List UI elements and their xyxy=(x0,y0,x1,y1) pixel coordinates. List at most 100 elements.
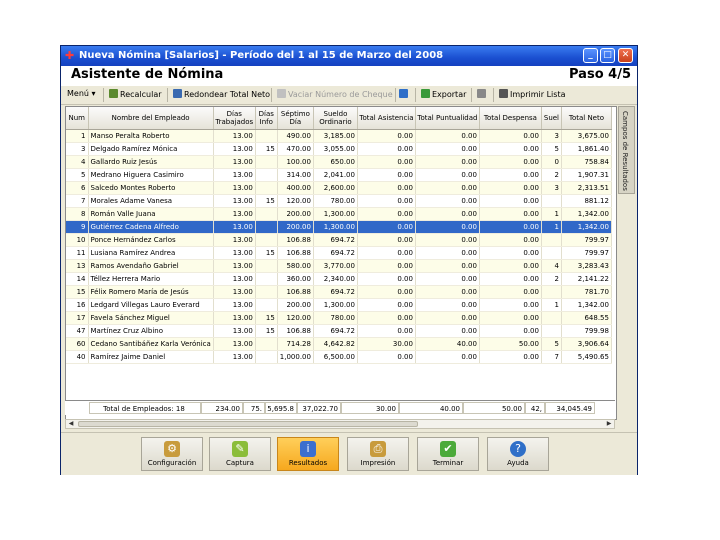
table-cell[interactable]: 1,342.00 xyxy=(561,207,612,221)
scroll-right-icon[interactable]: ▶ xyxy=(604,420,614,428)
table-cell[interactable]: 13.00 xyxy=(213,337,256,351)
table-cell[interactable]: 120.00 xyxy=(277,311,314,325)
table-cell[interactable]: 0.00 xyxy=(357,324,416,338)
table-cell[interactable]: 780.00 xyxy=(313,194,358,208)
table-cell[interactable]: 47 xyxy=(66,324,89,338)
table-row[interactable]: 60 Cedano Santibáñez Karla Verónica 13.00 7… xyxy=(66,337,612,351)
table-cell[interactable]: 0.00 xyxy=(479,181,542,195)
table-cell[interactable]: 0.00 xyxy=(479,311,542,325)
table-cell[interactable] xyxy=(541,285,562,299)
table-cell[interactable]: 4,642.82 xyxy=(313,337,358,351)
table-cell[interactable]: 0.00 xyxy=(479,272,542,286)
table-cell[interactable]: Cedano Santibáñez Karla Verónica xyxy=(88,337,214,351)
table-row[interactable]: 14 Téllez Herrera Mario 13.00 360.00 2,340.0… xyxy=(66,272,612,286)
table-cell[interactable]: 106.88 xyxy=(277,324,314,338)
table-cell[interactable]: 3,906.64 xyxy=(561,337,612,351)
table-cell[interactable]: 9 xyxy=(66,220,89,234)
table-cell[interactable]: 2,600.00 xyxy=(313,181,358,195)
table-cell[interactable]: 14 xyxy=(66,272,89,286)
scroll-left-icon[interactable]: ◀ xyxy=(66,420,76,428)
table-cell[interactable]: 13.00 xyxy=(213,220,256,234)
table-cell[interactable]: 13.00 xyxy=(213,298,256,312)
table-cell[interactable]: 5,490.65 xyxy=(561,350,612,364)
table-cell[interactable]: 0.00 xyxy=(479,207,542,221)
table-cell[interactable]: 3 xyxy=(66,142,89,156)
table-row[interactable]: 11 Lusiana Ramírez Andrea 13.00 15 106.88 694… xyxy=(66,246,612,260)
table-cell[interactable] xyxy=(255,350,278,364)
table-cell[interactable] xyxy=(255,272,278,286)
table-cell[interactable]: 2,340.00 xyxy=(313,272,358,286)
horizontal-scrollbar[interactable]: ◀ ▶ xyxy=(65,419,615,429)
table-cell[interactable]: 106.88 xyxy=(277,285,314,299)
table-cell[interactable]: 5 xyxy=(66,168,89,182)
recalcular-button[interactable]: Recalcular xyxy=(109,89,162,99)
table-cell[interactable]: Gutiérrez Cadena Alfredo xyxy=(88,220,214,234)
table-cell[interactable]: Medrano Higuera Casimiro xyxy=(88,168,214,182)
table-cell[interactable]: 758.84 xyxy=(561,155,612,169)
table-cell[interactable]: 13 xyxy=(66,259,89,273)
table-cell[interactable]: 0.00 xyxy=(357,129,416,143)
table-cell[interactable]: 0.00 xyxy=(357,142,416,156)
table-cell[interactable]: 13.00 xyxy=(213,181,256,195)
table-cell[interactable]: Ponce Hernández Carlos xyxy=(88,233,214,247)
configuracion-button[interactable]: ⚙ Configuración xyxy=(141,437,203,471)
table-cell[interactable]: 0.00 xyxy=(415,259,480,273)
table-cell[interactable]: 714.28 xyxy=(277,337,314,351)
table-row[interactable]: 13 Ramos Avendaño Gabriel 13.00 580.00 3,770… xyxy=(66,259,612,273)
table-cell[interactable]: 13.00 xyxy=(213,207,256,221)
table-cell[interactable]: Favela Sánchez Miguel xyxy=(88,311,214,325)
table-cell[interactable] xyxy=(541,233,562,247)
table-cell[interactable]: 799.97 xyxy=(561,233,612,247)
table-cell[interactable] xyxy=(541,311,562,325)
table-cell[interactable]: 0.00 xyxy=(415,246,480,260)
table-cell[interactable]: 1,000.00 xyxy=(277,350,314,364)
table-row[interactable]: 16 Ledgard Villegas Lauro Everard 13.00 200… xyxy=(66,298,612,312)
table-cell[interactable]: 6,500.00 xyxy=(313,350,358,364)
table-cell[interactable]: 15 xyxy=(255,311,278,325)
table-cell[interactable]: 200.00 xyxy=(277,220,314,234)
table-cell[interactable]: 3,283.43 xyxy=(561,259,612,273)
table-cell[interactable] xyxy=(255,220,278,234)
table-cell[interactable]: 0.00 xyxy=(357,246,416,260)
table-cell[interactable]: 0.00 xyxy=(479,324,542,338)
table-cell[interactable]: 16 xyxy=(66,298,89,312)
table-cell[interactable]: 0.00 xyxy=(415,298,480,312)
table-row[interactable]: 17 Favela Sánchez Miguel 13.00 15 120.00 780.… xyxy=(66,311,612,325)
table-cell[interactable]: 1,300.00 xyxy=(313,220,358,234)
table-cell[interactable]: 0.00 xyxy=(415,207,480,221)
table-cell[interactable]: 2,313.51 xyxy=(561,181,612,195)
table-cell[interactable]: 106.88 xyxy=(277,246,314,260)
table-cell[interactable]: 60 xyxy=(66,337,89,351)
table-cell[interactable]: Lusiana Ramírez Andrea xyxy=(88,246,214,260)
table-cell[interactable]: 0.00 xyxy=(357,155,416,169)
table-cell[interactable] xyxy=(255,207,278,221)
table-cell[interactable]: Félix Romero María de Jesús xyxy=(88,285,214,299)
table-cell[interactable]: 200.00 xyxy=(277,207,314,221)
table-cell[interactable]: 2 xyxy=(541,272,562,286)
table-cell[interactable]: 3 xyxy=(541,181,562,195)
table-row[interactable]: 10 Ponce Hernández Carlos 13.00 106.88 694.7… xyxy=(66,233,612,247)
table-cell[interactable]: 781.70 xyxy=(561,285,612,299)
table-cell[interactable]: 200.00 xyxy=(277,298,314,312)
table-cell[interactable]: 1 xyxy=(66,129,89,143)
table-cell[interactable] xyxy=(255,155,278,169)
table-cell[interactable]: 3,770.00 xyxy=(313,259,358,273)
table-cell[interactable]: 0 xyxy=(541,155,562,169)
table-cell[interactable]: 0.00 xyxy=(357,272,416,286)
table-cell[interactable]: 0.00 xyxy=(357,311,416,325)
table-cell[interactable]: Manso Peralta Roberto xyxy=(88,129,214,143)
table-row[interactable]: 4 Gallardo Ruiz Jesús 13.00 100.00 650.00 0.0… xyxy=(66,155,612,169)
table-cell[interactable]: 0.00 xyxy=(479,246,542,260)
table-cell[interactable]: 470.00 xyxy=(277,142,314,156)
terminar-button[interactable]: ✔ Terminar xyxy=(417,437,479,471)
table-row[interactable]: 15 Félix Romero María de Jesús 13.00 106.88… xyxy=(66,285,612,299)
table-cell[interactable]: 13.00 xyxy=(213,168,256,182)
table-cell[interactable]: 13.00 xyxy=(213,233,256,247)
table-cell[interactable]: 40 xyxy=(66,350,89,364)
redondear-button[interactable]: Redondear Total Neto xyxy=(173,89,270,99)
table-cell[interactable]: Delgado Ramírez Mónica xyxy=(88,142,214,156)
table-cell[interactable]: 13.00 xyxy=(213,246,256,260)
table-row[interactable]: 7 Morales Adame Vanesa 13.00 15 120.00 780.00… xyxy=(66,194,612,208)
table-cell[interactable]: 13.00 xyxy=(213,129,256,143)
imprimir-lista-button[interactable]: Imprimir Lista xyxy=(499,89,565,99)
